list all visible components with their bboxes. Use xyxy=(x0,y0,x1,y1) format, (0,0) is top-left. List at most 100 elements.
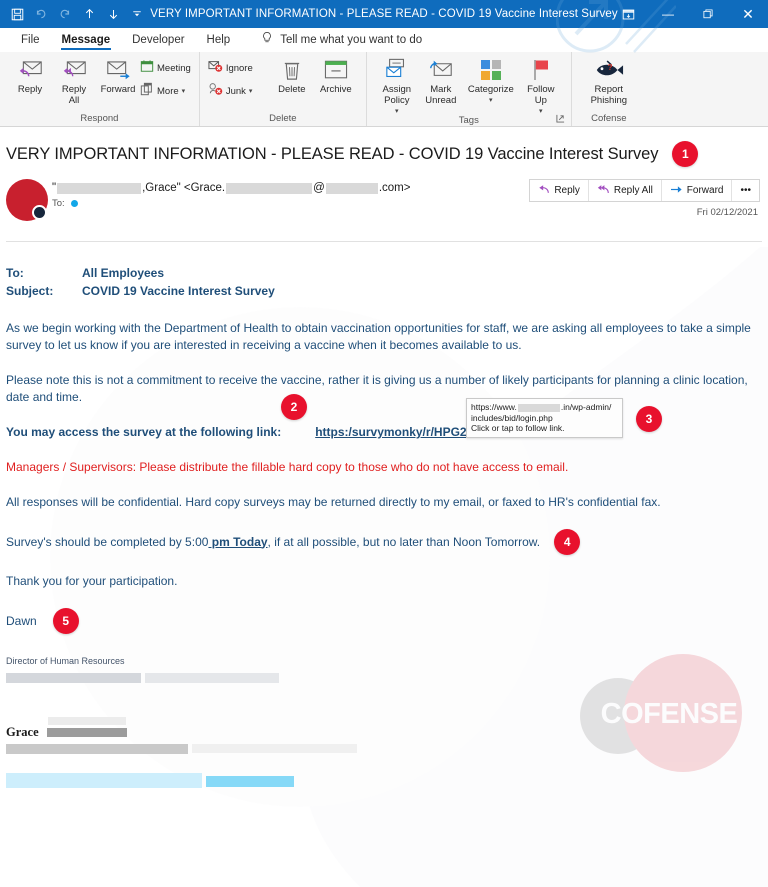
redacted-above-name xyxy=(48,717,126,725)
tab-help[interactable]: Help xyxy=(196,32,242,49)
body-header-to-key: To: xyxy=(6,266,24,280)
redo-icon[interactable] xyxy=(54,3,76,25)
customize-quick-access-icon[interactable] xyxy=(126,3,148,25)
deadline-line: Survey's should be completed by 5:00 pm … xyxy=(6,529,758,555)
body-header-subject-key: Subject: xyxy=(6,284,54,298)
reply-all-arrow-icon xyxy=(597,184,610,198)
save-icon[interactable] xyxy=(6,3,28,25)
avatar[interactable] xyxy=(6,179,52,223)
ignore-button[interactable]: Ignore xyxy=(208,58,266,78)
ribbon-group-tags-label: Tags xyxy=(371,114,567,126)
report-phishing-button[interactable]: ? Report Phishing xyxy=(580,55,638,106)
redacted-sig-line-5 xyxy=(6,772,202,788)
flag-icon xyxy=(530,57,552,83)
ribbon-group-cofense: ? Report Phishing Cofense xyxy=(570,52,646,126)
deadline-emphasis: pm Today xyxy=(208,534,268,549)
sender-quote-open: " xyxy=(52,182,57,194)
delete-button[interactable]: Delete xyxy=(270,55,314,95)
redacted-address-user xyxy=(226,182,313,194)
survey-link-label: You may access the survey at the followi… xyxy=(6,425,282,439)
redacted-sig-line-3 xyxy=(6,744,188,754)
assign-policy-button[interactable]: Assign Policy ▾ xyxy=(375,55,419,115)
annotation-badge-4: 4 xyxy=(554,529,581,555)
ribbon-group-respond: Reply Reply All Forward Meeting More ▾ R… xyxy=(0,52,199,126)
forward-action-button[interactable]: Forward xyxy=(660,180,732,201)
archive-box-icon xyxy=(324,57,348,83)
chevron-down-icon: ▾ xyxy=(181,88,186,95)
tab-developer[interactable]: Developer xyxy=(121,32,195,49)
next-item-icon[interactable] xyxy=(102,3,124,25)
junk-button[interactable]: Junk ▾ xyxy=(208,81,266,101)
assign-policy-icon xyxy=(385,57,409,83)
meeting-button-label: Meeting xyxy=(157,62,191,74)
sender-address-start: <Grace. xyxy=(183,182,226,194)
mark-unread-button-label: Mark Unread xyxy=(425,84,457,106)
ribbon-group-tags: Assign Policy ▾ Mark Unread Categorize ▾ xyxy=(365,52,571,126)
report-phishing-button-label: Report Phishing xyxy=(590,84,628,106)
ribbon-group-cofense-label: Cofense xyxy=(591,113,627,124)
more-respond-button-label: More xyxy=(157,85,179,97)
redacted-sig-line-1 xyxy=(6,672,141,683)
tab-file[interactable]: File xyxy=(10,32,51,49)
chevron-down-icon: ▾ xyxy=(395,108,399,115)
tell-me-search[interactable]: Tell me what you want to do xyxy=(261,31,422,50)
mark-unread-button[interactable]: Mark Unread xyxy=(419,55,463,106)
subject-row: VERY IMPORTANT INFORMATION - PLEASE READ… xyxy=(0,127,768,177)
more-actions-button[interactable]: ••• xyxy=(731,180,759,201)
archive-button[interactable]: Archive xyxy=(314,55,358,95)
sign-off-row: Dawn 5 xyxy=(6,608,758,634)
forward-envelope-icon xyxy=(106,57,131,83)
display-link[interactable]: https:/survymonky/r/HPG2 xyxy=(315,424,466,441)
tooltip-url-line1: https://www. .in/wp-admin/ xyxy=(471,402,612,412)
page-title: VERY IMPORTANT INFORMATION - PLEASE READ… xyxy=(6,144,659,163)
body-header-to-value: All Employees xyxy=(82,266,165,280)
body-header-to: To: All Employees xyxy=(6,264,762,282)
deadline-text: Survey's should be completed by 5:00 pm … xyxy=(6,534,541,549)
sender-firstname: ,Grace" xyxy=(142,182,181,194)
reply-button-label: Reply xyxy=(17,84,43,95)
categorize-button[interactable]: Categorize ▾ xyxy=(463,55,519,104)
forward-button[interactable]: Forward xyxy=(96,55,140,95)
ribbon: Reply Reply All Forward Meeting More ▾ R… xyxy=(0,52,768,127)
forward-action-label: Forward xyxy=(686,185,724,196)
ribbon-display-options-icon[interactable] xyxy=(608,0,648,28)
respond-small-buttons: Meeting More ▾ xyxy=(140,55,191,101)
annotation-badge-2: 2 xyxy=(281,394,307,420)
calendar-icon xyxy=(140,59,154,78)
delete-small-buttons: Ignore Junk ▾ xyxy=(208,55,266,101)
more-respond-button[interactable]: More ▾ xyxy=(140,81,191,101)
phish-fish-icon: ? xyxy=(594,57,624,83)
reply-action-button[interactable]: Reply xyxy=(530,180,588,201)
reply-all-action-button[interactable]: Reply All xyxy=(587,180,661,201)
redacted-domain xyxy=(325,182,378,194)
message-body: To: All Employees Subject: COVID 19 Vacc… xyxy=(0,242,768,634)
tags-dialog-launcher-icon[interactable] xyxy=(556,114,565,125)
thanks-line: Thank you for your participation. xyxy=(6,574,178,588)
ribbon-group-delete-label: Delete xyxy=(269,113,297,124)
categorize-squares-icon xyxy=(480,57,502,83)
reply-button[interactable]: Reply xyxy=(8,55,52,95)
previous-item-icon[interactable] xyxy=(78,3,100,25)
undo-icon[interactable] xyxy=(30,3,52,25)
chevron-down-icon: ▾ xyxy=(539,108,543,115)
survey-link-row: You may access the survey at the followi… xyxy=(6,394,762,441)
restore-button[interactable] xyxy=(688,0,728,28)
reply-all-button[interactable]: Reply All xyxy=(52,55,96,106)
signature-block: Director of Human Resources Grace xyxy=(0,640,768,789)
reply-all-envelope-icon xyxy=(62,57,87,83)
link-tooltip: https://www. .in/wp-admin/ includes/bid/l… xyxy=(466,398,623,438)
sender-address-at: @ xyxy=(313,182,325,194)
redacted-sig-line-6 xyxy=(206,775,295,787)
svg-text:?: ? xyxy=(607,63,612,72)
redacted-sig-line-2 xyxy=(145,673,280,684)
forward-arrow-icon xyxy=(670,184,683,198)
close-button[interactable]: ✕ xyxy=(728,0,768,28)
minimize-button[interactable]: — xyxy=(648,0,688,28)
junk-person-icon xyxy=(208,82,223,101)
follow-up-button[interactable]: Follow Up ▾ xyxy=(519,55,563,115)
tab-message[interactable]: Message xyxy=(51,32,122,50)
body-paragraph-intro: As we begin working with the Department … xyxy=(6,321,751,352)
reply-envelope-icon xyxy=(18,57,43,83)
categorize-button-label: Categorize xyxy=(467,84,514,95)
meeting-button[interactable]: Meeting xyxy=(140,58,191,78)
